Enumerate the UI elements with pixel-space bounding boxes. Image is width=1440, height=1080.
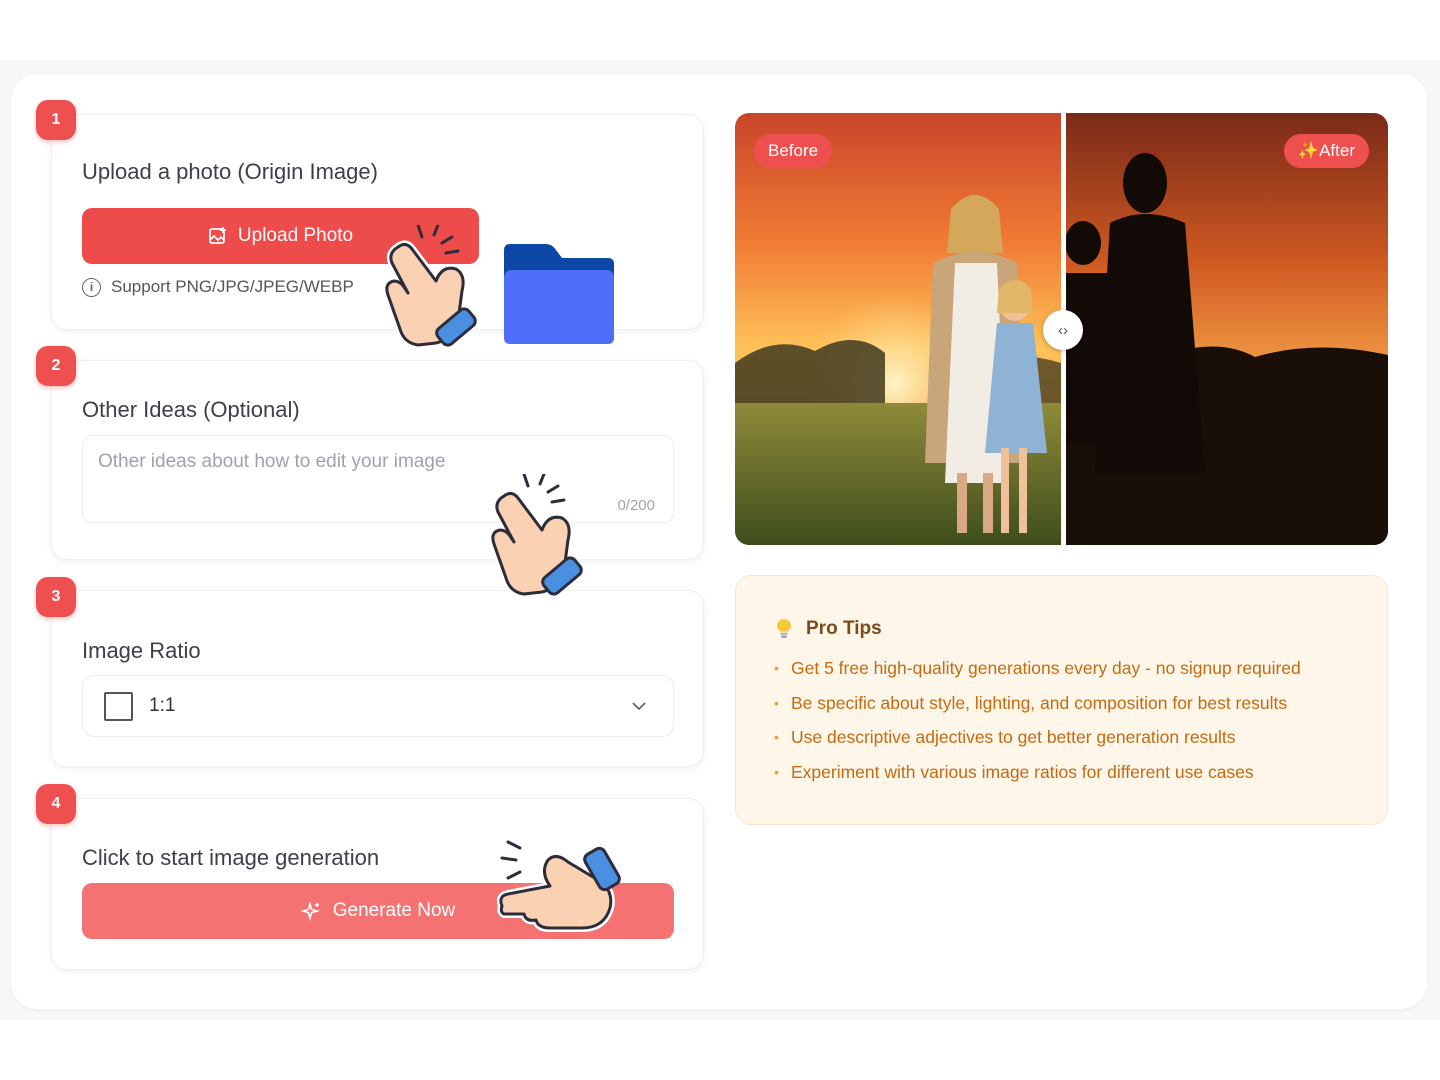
ratio-square-icon <box>104 692 133 721</box>
supported-formats-text: Support PNG/JPG/JPEG/WEBP <box>111 277 354 296</box>
generate-now-label: Generate Now <box>332 900 456 921</box>
ratio-title: Image Ratio <box>82 638 201 663</box>
ratio-card: Image Ratio 1:1 <box>51 590 704 767</box>
info-icon: i <box>82 277 101 297</box>
pro-tips-list: • Get 5 free high-quality generations eve… <box>774 658 1301 796</box>
step-badge-4: 4 <box>36 784 76 824</box>
ratio-value: 1:1 <box>149 695 176 716</box>
pointing-hand-icon <box>488 474 583 598</box>
before-after-preview[interactable]: ‹› Before ✨After <box>735 113 1388 545</box>
ideas-placeholder: Other ideas about how to edit your image <box>98 451 446 472</box>
step-badge-2: 2 <box>36 346 76 386</box>
pro-tips-panel: Pro Tips • Get 5 free high-quality genera… <box>735 575 1388 825</box>
ratio-select[interactable]: 1:1 <box>82 675 674 737</box>
ideas-card: Other Ideas (Optional) Other ideas about… <box>51 360 704 560</box>
pointing-hand-icon <box>496 840 621 932</box>
compare-arrows-icon[interactable]: ‹› <box>1043 310 1083 350</box>
tip-item: • Use descriptive adjectives to get bette… <box>774 727 1236 747</box>
tip-item: • Be specific about style, lighting, and … <box>774 692 1288 713</box>
char-counter: 0/200 <box>617 497 655 514</box>
tip-item: • Experiment with various image ratios fo… <box>774 761 1254 782</box>
folder-icon <box>504 244 614 344</box>
lightbulb-icon <box>777 619 791 638</box>
upload-title: Upload a photo (Origin Image) <box>82 159 378 184</box>
pro-tips-header: Pro Tips <box>776 618 882 640</box>
upload-photo-label: Upload Photo <box>237 225 354 246</box>
sparkle-icon <box>300 901 320 921</box>
step-badge-1: 1 <box>36 100 76 140</box>
ideas-title: Other Ideas (Optional) <box>82 397 300 422</box>
after-label: ✨After <box>1283 134 1369 168</box>
step-badge-3: 3 <box>36 577 76 617</box>
image-upload-icon <box>209 227 226 244</box>
tip-item: • Get 5 free high-quality generations eve… <box>774 658 1301 678</box>
before-label: Before <box>754 134 833 168</box>
pointing-hand-icon <box>382 225 477 349</box>
generate-title: Click to start image generation <box>82 845 380 870</box>
supported-formats: i Support PNG/JPG/JPEG/WEBP <box>82 277 354 297</box>
chevron-down-icon <box>632 702 646 711</box>
pro-tips-title: Pro Tips <box>806 618 882 639</box>
